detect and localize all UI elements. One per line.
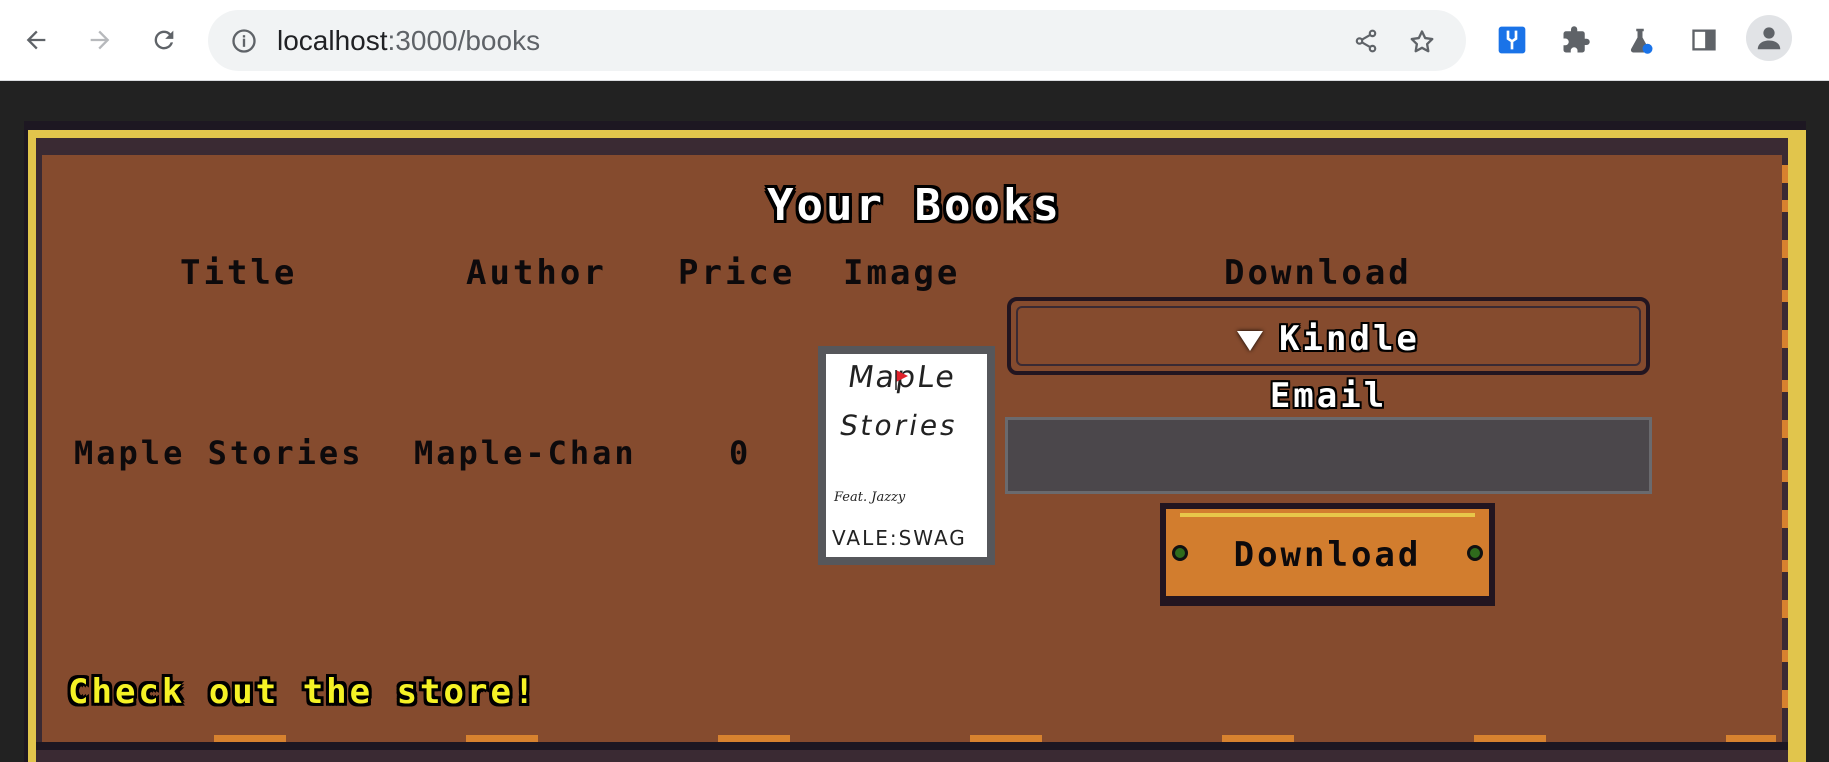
email-input[interactable] xyxy=(1005,417,1652,494)
cover-flag-icon xyxy=(895,370,908,390)
url-host: localhost xyxy=(277,25,388,56)
download-button-highlight xyxy=(1180,513,1475,517)
side-panel-icon xyxy=(1692,29,1716,51)
side-panel-button[interactable] xyxy=(1684,20,1724,60)
share-icon[interactable] xyxy=(1353,28,1379,58)
address-bar[interactable]: localhost:3000/books xyxy=(208,10,1466,71)
cover-footer: VALE:SWAG xyxy=(832,526,967,550)
book-author: Maple-Chan xyxy=(414,434,637,472)
cover-title-line2: Stories xyxy=(837,409,961,442)
profile-button[interactable] xyxy=(1746,15,1792,61)
dropdown-triangle-icon xyxy=(1237,330,1264,351)
format-select-display: Kindle xyxy=(1011,319,1646,359)
extension-devtools-icon xyxy=(1498,26,1526,54)
column-header-author: Author xyxy=(466,253,607,293)
reload-button[interactable] xyxy=(144,20,184,60)
bookmark-star-icon[interactable] xyxy=(1408,28,1436,60)
browser-toolbar: localhost:3000/books xyxy=(0,0,1829,81)
book-title: Maple Stories xyxy=(74,434,364,472)
book-price: 0 xyxy=(729,434,752,472)
download-button[interactable]: Download xyxy=(1160,503,1495,606)
store-link[interactable]: Check out the store! xyxy=(68,672,537,712)
extensions-puzzle-icon xyxy=(1563,26,1590,53)
email-label: Email xyxy=(1269,376,1388,416)
download-button-label: Download xyxy=(1233,535,1422,575)
page-title: Your Books xyxy=(767,180,1062,231)
extension-devtools-button[interactable] xyxy=(1492,20,1532,60)
url-text[interactable]: localhost:3000/books xyxy=(277,10,540,71)
cover-feat: Feat. Jazzy xyxy=(834,490,906,505)
forward-button[interactable] xyxy=(80,20,120,60)
url-path: :3000/books xyxy=(387,25,541,56)
back-icon xyxy=(26,30,46,50)
site-info-icon[interactable] xyxy=(230,27,258,59)
download-button-face: Download xyxy=(1166,509,1489,596)
format-select-value: Kindle xyxy=(1279,319,1420,359)
format-select[interactable]: Kindle xyxy=(1007,297,1650,375)
column-header-price: Price xyxy=(678,253,796,293)
forward-icon xyxy=(90,30,110,50)
column-header-download: Download xyxy=(1224,253,1412,293)
column-header-image: Image xyxy=(843,253,961,293)
back-button[interactable] xyxy=(16,20,56,60)
panel-bottom-edge xyxy=(36,742,1788,750)
labs-flask-icon xyxy=(1630,28,1653,54)
column-header-title: Title xyxy=(180,253,298,293)
extensions-button[interactable] xyxy=(1556,20,1596,60)
reload-icon xyxy=(154,30,174,50)
book-cover-image: MapLe Stories Feat. Jazzy VALE:SWAG xyxy=(826,354,987,557)
labs-button[interactable] xyxy=(1620,20,1660,60)
profile-icon xyxy=(1757,27,1781,50)
